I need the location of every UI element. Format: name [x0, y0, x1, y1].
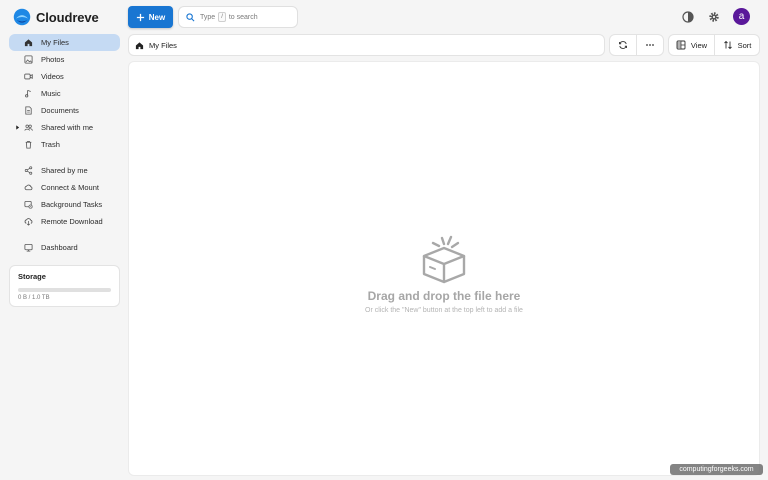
share-icon	[24, 166, 33, 175]
sidebar-item-videos[interactable]: Videos	[9, 68, 120, 85]
trash-icon	[25, 140, 32, 149]
image-icon	[24, 55, 33, 64]
storage-title: Storage	[18, 272, 46, 281]
storage-card: Storage 0 B / 1.0 TB	[9, 265, 120, 307]
document-icon	[25, 106, 32, 115]
cloudreve-logo-icon	[13, 8, 31, 26]
home-icon	[24, 39, 33, 47]
music-icon	[25, 89, 31, 98]
sidebar-item-label: Background Tasks	[41, 200, 103, 209]
sidebar-item-label: Shared with me	[41, 123, 94, 132]
empty-state: Drag and drop the file here Or click the…	[129, 234, 759, 314]
sidebar: My Files Photos Videos Music Documents S…	[9, 34, 120, 256]
empty-state-subtitle: Or click the "New" button at the top lef…	[365, 307, 523, 314]
cloud-download-icon	[24, 218, 33, 226]
action-button-group	[609, 34, 664, 56]
empty-state-title: Drag and drop the file here	[367, 289, 521, 303]
sidebar-item-label: Dashboard	[41, 243, 78, 252]
file-list-area[interactable]: Drag and drop the file here Or click the…	[128, 61, 760, 476]
gear-icon	[709, 11, 719, 22]
sidebar-item-label: Connect & Mount	[41, 183, 99, 192]
search-shortcut-key: /	[218, 12, 226, 22]
sidebar-item-dashboard[interactable]: Dashboard	[9, 239, 120, 256]
sidebar-item-label: Remote Download	[41, 217, 103, 226]
sidebar-item-background-tasks[interactable]: Background Tasks	[9, 196, 120, 213]
sidebar-item-remote-download[interactable]: Remote Download	[9, 213, 120, 230]
sidebar-item-label: Music	[41, 89, 61, 98]
sidebar-item-label: Trash	[41, 140, 60, 149]
contrast-icon	[682, 10, 694, 23]
sort-button-label: Sort	[737, 40, 752, 50]
tasks-icon	[24, 200, 33, 209]
grid-view-icon	[676, 40, 686, 50]
empty-box-icon	[422, 235, 466, 284]
sort-button[interactable]: Sort	[713, 35, 759, 55]
caret-right-icon[interactable]	[15, 125, 20, 130]
app-name: Cloudreve	[36, 9, 99, 25]
more-actions-button[interactable]	[636, 35, 663, 55]
view-button-label: View	[690, 40, 708, 50]
cloud-link-icon	[24, 184, 33, 191]
sidebar-item-photos[interactable]: Photos	[9, 51, 120, 68]
home-icon	[135, 41, 144, 49]
sidebar-item-label: Shared by me	[41, 166, 88, 175]
search-icon	[186, 12, 195, 21]
sidebar-item-label: Videos	[41, 72, 64, 81]
breadcrumb-item-my-files[interactable]: My Files	[149, 41, 177, 50]
settings-button[interactable]	[706, 9, 722, 25]
sidebar-item-label: My Files	[41, 38, 69, 47]
sidebar-item-connect-mount[interactable]: Connect & Mount	[9, 179, 120, 196]
sidebar-item-label: Photos	[41, 55, 65, 64]
dashboard-icon	[24, 243, 33, 252]
view-sort-group: View Sort	[668, 34, 760, 56]
sidebar-item-label: Documents	[41, 106, 79, 115]
video-icon	[24, 73, 33, 80]
sidebar-item-trash[interactable]: Trash	[9, 136, 120, 153]
sidebar-item-shared-with-me[interactable]: Shared with me	[9, 119, 120, 136]
app-logo[interactable]: Cloudreve	[13, 8, 99, 26]
sidebar-item-shared-by-me[interactable]: Shared by me	[9, 162, 120, 179]
more-horizontal-icon	[646, 44, 655, 46]
refresh-icon	[619, 41, 628, 49]
search-input[interactable]: Type / to search	[178, 6, 298, 28]
user-avatar[interactable]: a	[733, 8, 750, 25]
sidebar-item-my-files[interactable]: My Files	[9, 34, 120, 51]
people-icon	[24, 124, 33, 131]
search-prefix: Type	[200, 13, 216, 21]
avatar-letter: a	[738, 11, 745, 22]
storage-usage-text: 0 B / 1.0 TB	[18, 295, 50, 301]
plus-icon	[136, 13, 144, 21]
view-button[interactable]: View	[669, 35, 714, 55]
breadcrumb: My Files	[128, 34, 605, 56]
new-button-label: New	[148, 12, 166, 22]
refresh-button[interactable]	[610, 35, 636, 55]
sidebar-item-documents[interactable]: Documents	[9, 102, 120, 119]
sidebar-item-music[interactable]: Music	[9, 85, 120, 102]
watermark: computingforgeeks.com	[670, 464, 763, 475]
storage-progress-bar	[18, 288, 111, 292]
theme-toggle-button[interactable]	[680, 9, 696, 25]
new-button[interactable]: New	[128, 6, 173, 28]
sort-icon	[723, 40, 732, 50]
search-suffix: to search	[228, 13, 258, 21]
